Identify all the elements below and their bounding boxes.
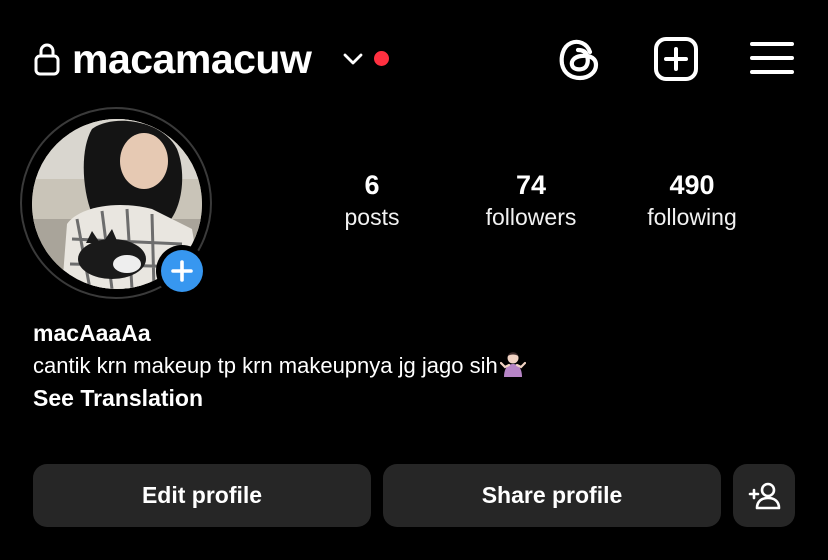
posts-label: posts	[344, 204, 400, 230]
stat-followers[interactable]: 74 followers	[451, 168, 611, 232]
edit-profile-label: Edit profile	[141, 482, 263, 508]
share-profile-button[interactable]: Share profile	[383, 464, 721, 527]
discover-people-button[interactable]	[733, 464, 795, 527]
threads-icon[interactable]	[556, 36, 602, 82]
bio-text: cantik krn makeup tp krn makeupnya jg ja…	[33, 351, 526, 381]
hamburger-menu-icon[interactable]	[750, 40, 794, 76]
plus-icon	[171, 260, 193, 282]
add-person-icon	[748, 482, 781, 509]
add-story-button[interactable]	[156, 245, 208, 297]
notification-dot	[374, 51, 389, 66]
account-username[interactable]: macamacuw	[72, 34, 312, 84]
chevron-down-icon[interactable]	[342, 48, 364, 70]
stat-posts[interactable]: 6 posts	[292, 168, 452, 232]
lock-icon	[34, 43, 60, 76]
display-name: macAaaAa	[33, 320, 151, 346]
plus-square-icon[interactable]	[653, 36, 699, 82]
followers-label: followers	[485, 204, 577, 230]
profile-header: macamacuw	[0, 0, 828, 120]
edit-profile-button[interactable]: Edit profile	[33, 464, 371, 527]
stat-following[interactable]: 490 following	[612, 168, 772, 232]
posts-count: 6	[364, 170, 380, 200]
person-shrugging-emoji-icon	[499, 352, 526, 377]
see-translation-link[interactable]: See Translation	[33, 383, 203, 413]
followers-count: 74	[515, 170, 547, 200]
share-profile-label: Share profile	[481, 482, 623, 508]
following-label: following	[647, 204, 737, 230]
bio-text-content: cantik krn makeup tp krn makeupnya jg ja…	[33, 353, 498, 378]
following-count: 490	[669, 170, 715, 200]
add-story-badge[interactable]	[161, 250, 203, 292]
